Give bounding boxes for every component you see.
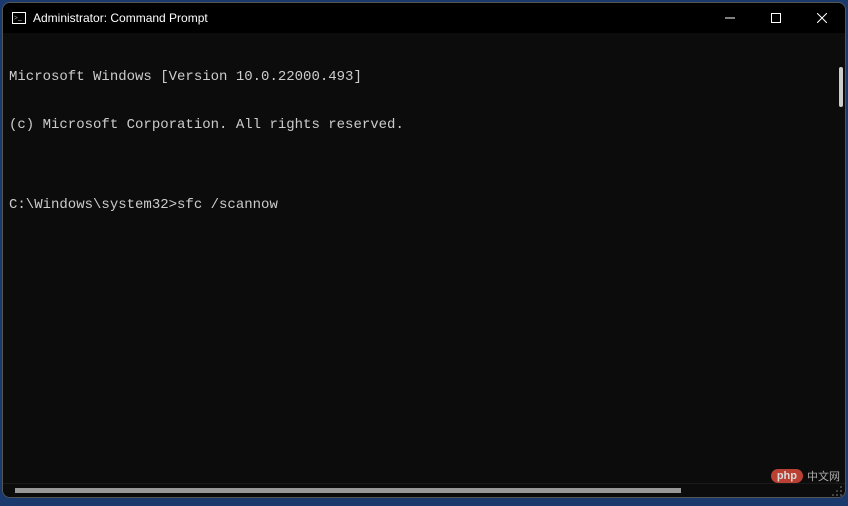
svg-text:>_: >_ [14,14,22,22]
minimize-button[interactable] [707,3,753,33]
horizontal-scrollbar-track[interactable] [15,487,827,495]
terminal-output[interactable]: Microsoft Windows [Version 10.0.22000.49… [3,33,845,483]
command-prompt-window: >_ Administrator: Command Prompt Microso… [2,2,846,498]
cmd-icon: >_ [11,10,27,26]
titlebar[interactable]: >_ Administrator: Command Prompt [3,3,845,33]
window-controls [707,3,845,33]
maximize-button[interactable] [753,3,799,33]
terminal-line: (c) Microsoft Corporation. All rights re… [9,117,839,133]
window-title: Administrator: Command Prompt [33,11,208,25]
terminal-prompt-line: C:\Windows\system32>sfc /scannow [9,197,839,213]
vertical-scrollbar[interactable] [839,67,843,107]
horizontal-scrollbar-thumb[interactable] [15,488,681,493]
terminal-line: Microsoft Windows [Version 10.0.22000.49… [9,69,839,85]
resize-grip[interactable] [831,484,843,496]
close-button[interactable] [799,3,845,33]
statusbar [3,483,845,497]
